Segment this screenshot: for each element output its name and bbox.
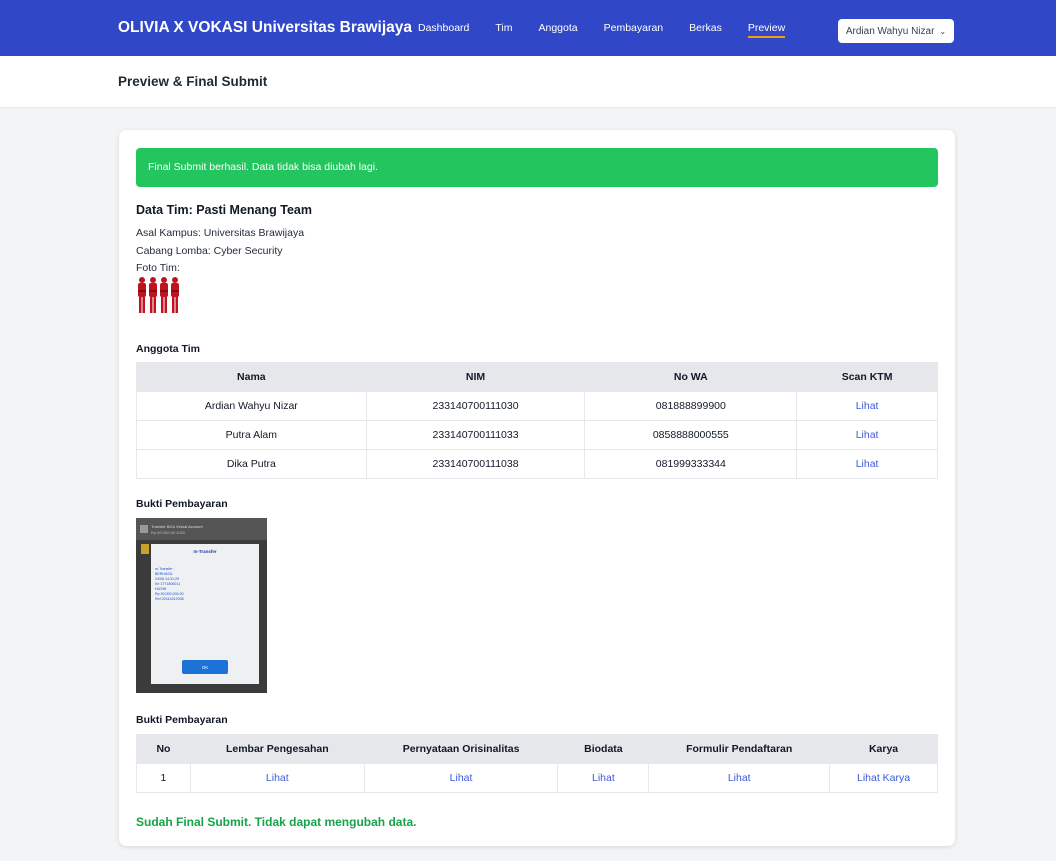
proof-line: BERHASIL: [155, 572, 173, 576]
biodata-link[interactable]: Lihat: [592, 772, 615, 784]
user-name: Ardian Wahyu Nizar: [845, 25, 935, 37]
column-header-karya: Karya: [829, 734, 938, 764]
files-table: No Lembar Pengesahan Pernyataan Orisinal…: [136, 734, 938, 793]
proof-line: 24/06 14:31:29: [155, 577, 179, 581]
scan-ktm-cell: Lihat: [796, 391, 938, 421]
top-navbar: OLIVIA X VOKASI Universitas Brawijaya Da…: [0, 0, 1056, 56]
proof-line: Ke 1771806011: [155, 582, 180, 586]
proof-line: Rp 50,000,000.00: [155, 592, 184, 596]
scan-ktm-link[interactable]: Lihat: [856, 429, 879, 441]
table-row: Putra Alam 233140700111033 0858888000555…: [136, 420, 938, 450]
members-table: Nama NIM No WA Scan KTM Ardian Wahyu Niz…: [136, 362, 938, 479]
team-branch: Cabang Lomba: Cyber Security: [136, 245, 283, 257]
table-header-row: Nama NIM No WA Scan KTM: [136, 362, 938, 392]
proof-line: HUSIN: [155, 587, 167, 591]
formulir-pendaftaran-cell: Lihat: [648, 763, 831, 793]
karya-cell: Lihat Karya: [829, 763, 938, 793]
file-row-number: 1: [136, 763, 191, 793]
table-row: Dika Putra 233140700111038 081999333344 …: [136, 449, 938, 479]
pernyataan-orisinalitas-cell: Lihat: [363, 763, 559, 793]
lembar-pengesahan-cell: Lihat: [189, 763, 365, 793]
lembar-pengesahan-link[interactable]: Lihat: [266, 772, 289, 784]
files-section-title: Bukti Pembayaran: [136, 714, 228, 726]
brand-title[interactable]: OLIVIA X VOKASI Universitas Brawijaya: [118, 0, 412, 56]
table-row: Ardian Wahyu Nizar 233140700111030 08188…: [136, 391, 938, 421]
member-nim: 233140700111038: [365, 449, 586, 479]
member-wa: 0858888000555: [584, 420, 798, 450]
scan-ktm-cell: Lihat: [796, 420, 938, 450]
page-title: Preview & Final Submit: [118, 74, 268, 89]
user-dropdown[interactable]: Ardian Wahyu Nizar ⌄: [838, 19, 954, 43]
column-header-pernyataan-orisinalitas: Pernyataan Orisinalitas: [363, 734, 559, 764]
final-submit-note: Sudah Final Submit. Tidak dapat mengubah…: [136, 815, 417, 829]
nav-link-preview[interactable]: Preview: [747, 22, 786, 38]
member-wa: 081999333344: [584, 449, 798, 479]
column-header-biodata: Biodata: [557, 734, 650, 764]
nav-link-anggota[interactable]: Anggota: [538, 22, 577, 34]
payment-proof-image[interactable]: Transfer BCA Virtual Account Rp.50.000.0…: [136, 518, 267, 693]
team-title: Data Tim: Pasti Menang Team: [136, 203, 312, 217]
formulir-pendaftaran-link[interactable]: Lihat: [728, 772, 751, 784]
lihat-karya-link[interactable]: Lihat Karya: [857, 772, 910, 784]
member-name: Dika Putra: [136, 449, 367, 479]
column-header-formulir-pendaftaran: Formulir Pendaftaran: [648, 734, 831, 764]
chevron-down-icon: ⌄: [939, 26, 947, 36]
member-name: Ardian Wahyu Nizar: [136, 391, 367, 421]
table-header-row: No Lembar Pengesahan Pernyataan Orisinal…: [136, 734, 938, 764]
members-section-title: Anggota Tim: [136, 343, 200, 355]
pernyataan-orisinalitas-link[interactable]: Lihat: [450, 772, 473, 784]
nav-link-berkas[interactable]: Berkas: [689, 22, 722, 34]
team-photo-label: Foto Tim:: [136, 262, 180, 274]
proof-line: m-Transfer :: [155, 567, 174, 571]
table-row: 1 Lihat Lihat Lihat Lihat Lihat Karya: [136, 763, 938, 793]
payment-section-title: Bukti Pembayaran: [136, 498, 228, 510]
team-photo: [138, 277, 179, 313]
proof-ok-label: OK: [202, 665, 209, 670]
proof-dialog-title: m-Transfer: [193, 549, 217, 554]
success-alert: Final Submit berhasil. Data tidak bisa d…: [136, 148, 938, 187]
scan-ktm-link[interactable]: Lihat: [856, 458, 879, 470]
nav-links: Dashboard Tim Anggota Pembayaran Berkas …: [418, 0, 811, 56]
team-campus: Asal Kampus: Universitas Brawijaya: [136, 227, 305, 239]
column-header-no: No: [136, 734, 191, 764]
column-header-no-wa: No WA: [584, 362, 798, 392]
nav-link-pembayaran[interactable]: Pembayaran: [604, 22, 664, 34]
scan-ktm-link[interactable]: Lihat: [856, 400, 879, 412]
column-header-nama: Nama: [136, 362, 367, 392]
biodata-cell: Lihat: [557, 763, 650, 793]
member-nim: 233140700111030: [365, 391, 586, 421]
column-header-nim: NIM: [365, 362, 586, 392]
scan-ktm-cell: Lihat: [796, 449, 938, 479]
nav-link-dashboard[interactable]: Dashboard: [418, 22, 469, 34]
member-nim: 233140700111033: [365, 420, 586, 450]
proof-line: Ref 02414312936: [155, 597, 184, 601]
member-wa: 081888899900: [584, 391, 798, 421]
column-header-lembar-pengesahan: Lembar Pengesahan: [189, 734, 365, 764]
member-name: Putra Alam: [136, 420, 367, 450]
proof-header-line-1: Transfer BCA Virtual Account: [151, 524, 203, 529]
column-header-scan-ktm: Scan KTM: [796, 362, 938, 392]
proof-header-line-2: Rp.50.000.00 1000: [151, 530, 186, 535]
nav-link-tim[interactable]: Tim: [495, 22, 512, 34]
